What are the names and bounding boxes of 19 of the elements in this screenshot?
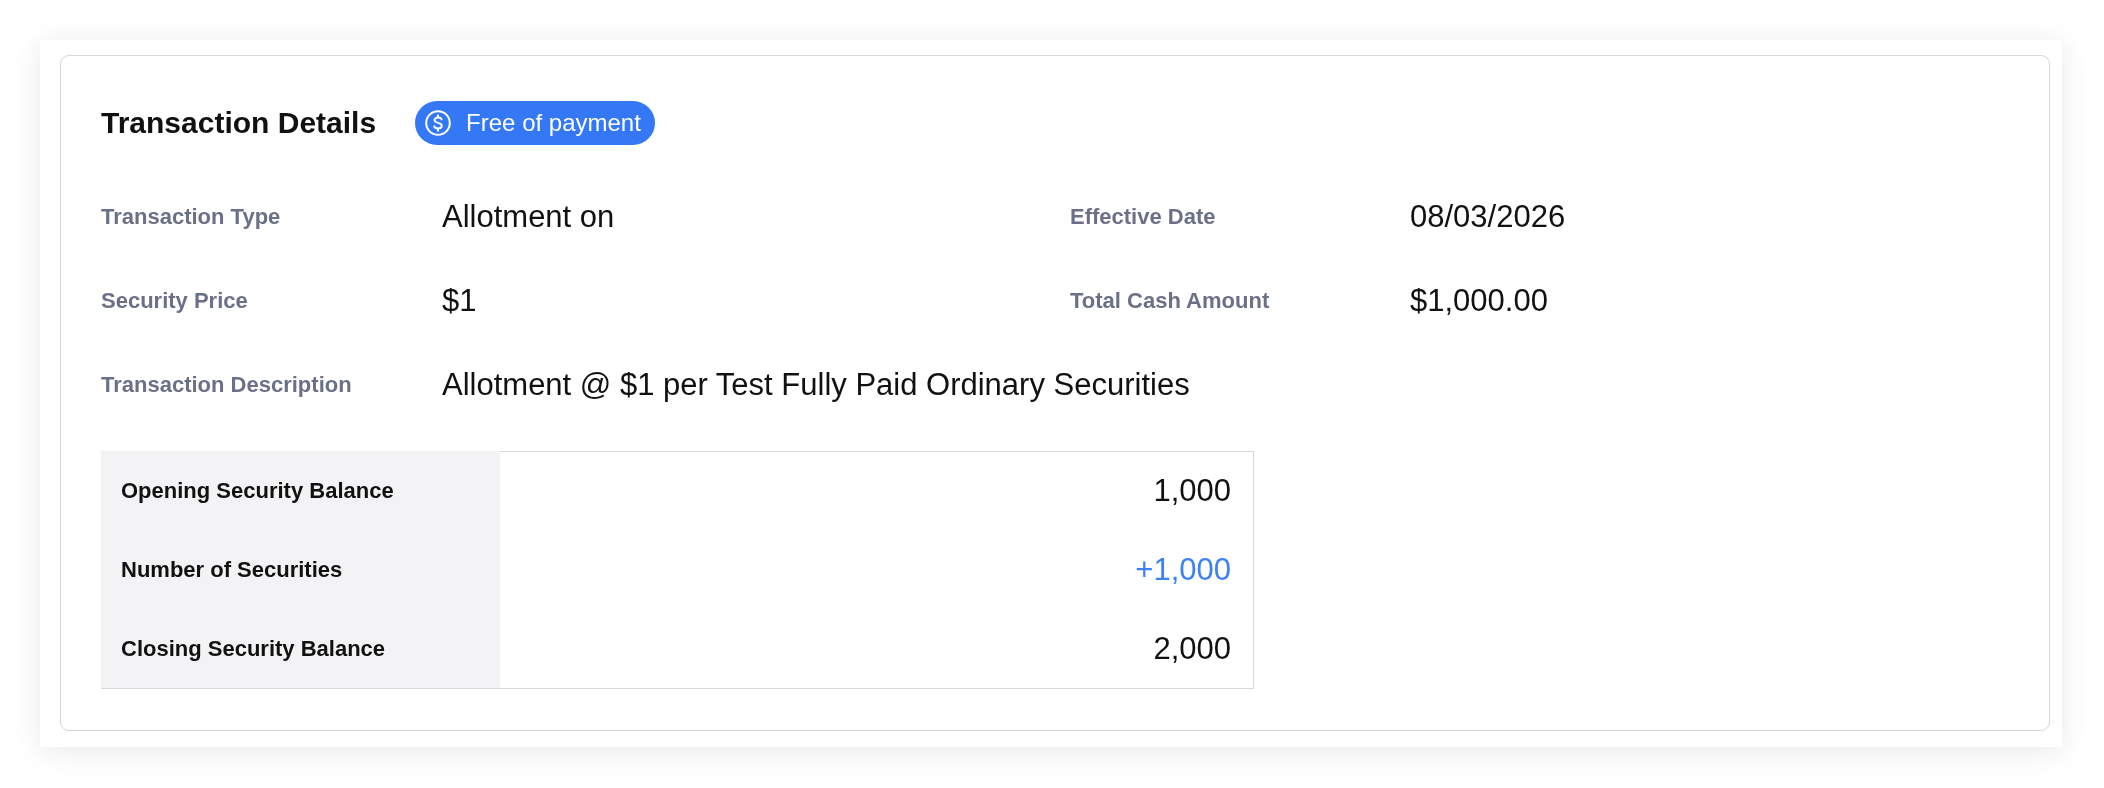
- dollar-circle-icon: [425, 109, 452, 136]
- field-value: $1: [442, 283, 478, 319]
- field-value: Allotment @ $1 per Test Fully Paid Ordinary Securities: [442, 367, 1191, 403]
- card-title: Transaction Details: [101, 105, 377, 140]
- row-value: +1,000: [500, 530, 1254, 609]
- field-value: $1,000.00: [1410, 283, 1549, 319]
- row-value: 2,000: [500, 609, 1254, 688]
- row-label: Closing Security Balance: [101, 609, 500, 688]
- field-label: Transaction Description: [101, 372, 353, 398]
- field-label: Effective Date: [1070, 204, 1217, 230]
- row-label: Opening Security Balance: [101, 451, 500, 530]
- payment-badge: Free of payment: [415, 100, 655, 145]
- field-label: Transaction Type: [101, 204, 282, 230]
- field-value: 08/03/2026: [1410, 199, 1567, 235]
- row-label: Number of Securities: [101, 530, 500, 609]
- field-value: Allotment on: [442, 199, 616, 235]
- row-value: 1,000: [500, 451, 1254, 530]
- field-label: Total Cash Amount: [1070, 288, 1271, 314]
- field-label: Security Price: [101, 288, 249, 314]
